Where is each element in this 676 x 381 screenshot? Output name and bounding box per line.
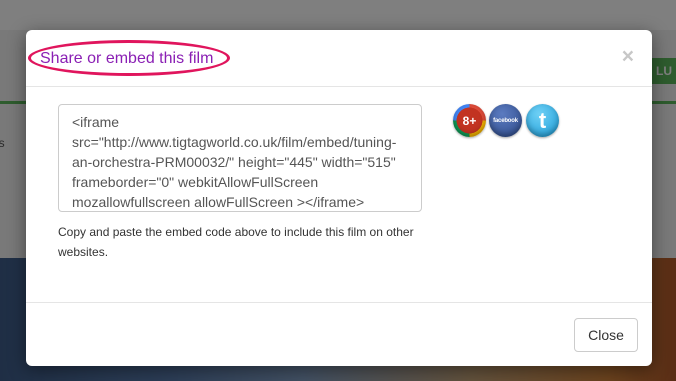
modal-footer: Close [26,302,652,367]
twitter-icon[interactable]: t [526,104,559,137]
facebook-icon[interactable]: facebook [489,104,522,137]
google-plus-label: 8+ [462,113,477,128]
facebook-label: facebook [493,117,518,124]
embed-help-text: Copy and paste the embed code above to i… [58,225,414,259]
google-plus-icon[interactable]: 8+ [453,104,486,137]
close-button[interactable]: Close [574,318,638,352]
modal-header: Share or embed this film × [26,30,652,87]
share-embed-modal: Share or embed this film × <iframe src="… [26,30,652,366]
close-icon[interactable]: × [622,46,634,67]
modal-title: Share or embed this film [40,50,214,67]
twitter-label: t [538,107,547,133]
embed-code-textarea[interactable]: <iframe src="http://www.tigtagworld.co.u… [58,104,422,212]
